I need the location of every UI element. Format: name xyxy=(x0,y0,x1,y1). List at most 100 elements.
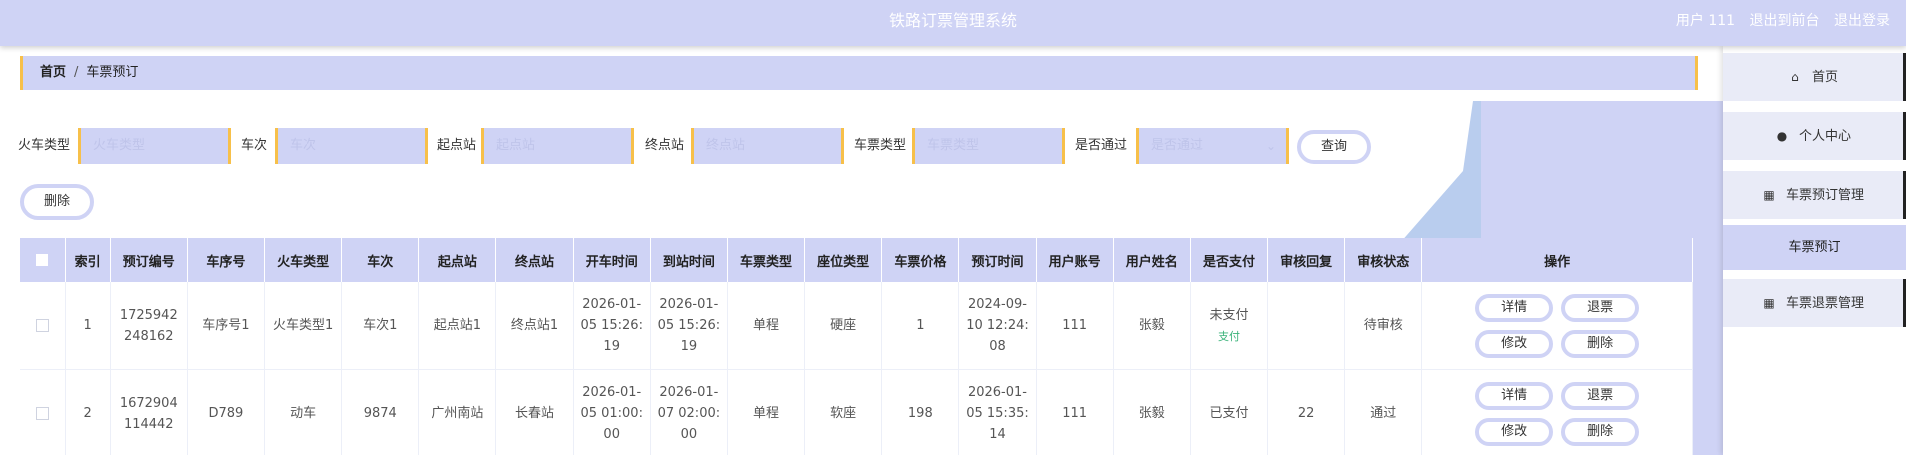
paid-status: 已支付 xyxy=(1209,406,1249,421)
col-header: 座位类型 xyxy=(804,238,883,282)
col-header: 审核状态 xyxy=(1344,238,1423,282)
refund-button[interactable]: 退票 xyxy=(1561,293,1640,322)
delete-selected-button[interactable]: 删除 xyxy=(20,184,94,220)
cell-line: 19 xyxy=(680,339,698,354)
end-station-input[interactable]: 终点站 xyxy=(691,128,844,164)
cell-reply: 22 xyxy=(1267,369,1346,455)
sidebar-item-label: 车票预订管理 xyxy=(1785,188,1864,203)
delete-button[interactable]: 删除 xyxy=(1561,329,1640,358)
end-station-label: 终点站 xyxy=(645,138,685,153)
pay-link[interactable]: 支付 xyxy=(1191,326,1267,347)
breadcrumb: 首页 / 车票预订 xyxy=(20,56,1698,90)
user-icon: ● xyxy=(1776,129,1788,143)
cell-ticket-type: 单程 xyxy=(727,369,806,455)
cell-line: 2026-01- xyxy=(659,385,719,400)
col-header: 预订编号 xyxy=(110,238,188,282)
sidebar-item-label: 个人中心 xyxy=(1798,129,1851,144)
query-button[interactable]: 查询 xyxy=(1297,130,1371,164)
col-header: 起点站 xyxy=(418,238,497,282)
cell-booking-no: 1725942 248162 xyxy=(110,282,188,370)
sidebar-item-home[interactable]: ⌂ 首页 xyxy=(1723,53,1906,101)
train-no-input[interactable]: 车次 xyxy=(275,128,428,164)
user-label: 用户 111 xyxy=(1675,13,1736,29)
cell-status: 通过 xyxy=(1344,369,1423,455)
cell-index: 1 xyxy=(65,282,111,370)
sidebar-item-profile[interactable]: ● 个人中心 xyxy=(1723,112,1906,160)
col-header: 操作 xyxy=(1421,238,1693,282)
cell-line: 2026-01- xyxy=(582,385,642,400)
cell-ops: 详情 退票 修改 删除 xyxy=(1421,369,1693,455)
cell-arrive: 2026-01- 05 15:26: 19 xyxy=(650,282,728,370)
edit-button[interactable]: 修改 xyxy=(1475,329,1554,358)
col-header: 车次 xyxy=(341,238,420,282)
edit-button[interactable]: 修改 xyxy=(1475,417,1554,446)
row-checkbox[interactable] xyxy=(35,319,49,332)
row-checkbox[interactable] xyxy=(35,407,49,420)
select-all-header[interactable] xyxy=(20,238,66,282)
logout-link[interactable]: 退出登录 xyxy=(1834,13,1890,29)
cell-line: 114442 xyxy=(123,416,174,432)
cell-ticket-type: 单程 xyxy=(727,282,806,370)
cell-train-type: 火车类型1 xyxy=(264,282,343,370)
approved-select-value: 是否通过 xyxy=(1151,138,1204,153)
sidebar-item-refund-mgmt[interactable]: ▦ 车票退票管理 xyxy=(1723,279,1906,327)
cell-end: 长春站 xyxy=(495,369,574,455)
breadcrumb-separator: / xyxy=(74,65,79,80)
select-all-checkbox[interactable] xyxy=(36,254,49,266)
cell-end: 终点站1 xyxy=(495,282,574,370)
cell-account: 111 xyxy=(1036,369,1114,455)
cell-train-no: 车次1 xyxy=(341,282,420,370)
cell-index: 2 xyxy=(65,369,111,455)
cell-train-type: 动车 xyxy=(264,369,343,455)
exit-front-link[interactable]: 退出到前台 xyxy=(1750,13,1820,29)
ticket-type-label: 车票类型 xyxy=(854,138,907,153)
booking-table: 索引 预订编号 车序号 火车类型 车次 起点站 终点站 开车时间 到站时间 车票… xyxy=(20,238,1693,455)
cell-seq: D789 xyxy=(187,369,266,455)
detail-button[interactable]: 详情 xyxy=(1475,293,1554,322)
cell-line: 19 xyxy=(603,339,620,354)
cell-start: 起点站1 xyxy=(418,282,497,370)
approved-select[interactable]: 是否通过 ⌄ xyxy=(1136,128,1289,164)
col-header: 预订时间 xyxy=(958,238,1037,282)
col-header: 用户账号 xyxy=(1036,238,1114,282)
refund-button[interactable]: 退票 xyxy=(1561,381,1640,410)
cell-line: 14 xyxy=(989,427,1006,442)
train-no-label: 车次 xyxy=(241,138,268,153)
detail-button[interactable]: 详情 xyxy=(1475,381,1554,410)
cell-reply xyxy=(1267,282,1346,370)
cell-line: 1725942 xyxy=(119,307,178,323)
train-type-input[interactable]: 火车类型 xyxy=(78,128,231,164)
header-user-area: 用户 111 退出到前台 退出登录 xyxy=(1666,0,1890,42)
cell-line: 1672904 xyxy=(119,395,178,411)
breadcrumb-current: 车票预订 xyxy=(86,65,139,80)
ticket-type-input[interactable]: 车票类型 xyxy=(912,128,1065,164)
main-content: 首页 / 车票预订 火车类型 火车类型 车次 车次 起点站 起点站 终点站 终点站 … xyxy=(0,46,1723,455)
cell-account: 111 xyxy=(1036,282,1114,370)
cell-line: 05 01:00: xyxy=(580,406,643,421)
cell-ops: 详情 退票 修改 删除 xyxy=(1421,282,1693,370)
cell-line: 00 xyxy=(680,427,698,442)
delete-button[interactable]: 删除 xyxy=(1561,417,1640,446)
cell-booking-no: 1672904 114442 xyxy=(110,369,188,455)
train-type-label: 火车类型 xyxy=(18,138,71,153)
cell-booked-time: 2026-01- 05 15:35: 14 xyxy=(958,369,1037,455)
breadcrumb-home[interactable]: 首页 xyxy=(40,65,66,80)
col-header: 开车时间 xyxy=(573,238,651,282)
cell-train-no: 9874 xyxy=(341,369,420,455)
sidebar-item-label: 车票退票管理 xyxy=(1785,296,1864,311)
cell-name: 张毅 xyxy=(1113,369,1191,455)
sidebar-item-booking-mgmt[interactable]: ▦ 车票预订管理 xyxy=(1723,171,1906,219)
start-station-input[interactable]: 起点站 xyxy=(481,128,634,164)
col-header: 是否支付 xyxy=(1190,238,1269,282)
cell-line: 05 15:26: xyxy=(657,318,721,333)
decor-triangle xyxy=(1253,101,1481,251)
cell-line: 07 02:00: xyxy=(657,406,721,421)
col-header: 火车类型 xyxy=(264,238,343,282)
cell-paid: 未支付 支付 xyxy=(1190,282,1269,370)
cell-line: 05 15:35: xyxy=(966,406,1029,421)
cell-name: 张毅 xyxy=(1113,282,1191,370)
col-header: 索引 xyxy=(65,238,111,282)
cell-line: 2024-09- xyxy=(967,297,1027,312)
cell-start: 广州南站 xyxy=(418,369,497,455)
sidebar-subitem-booking[interactable]: 车票预订 xyxy=(1723,225,1906,270)
